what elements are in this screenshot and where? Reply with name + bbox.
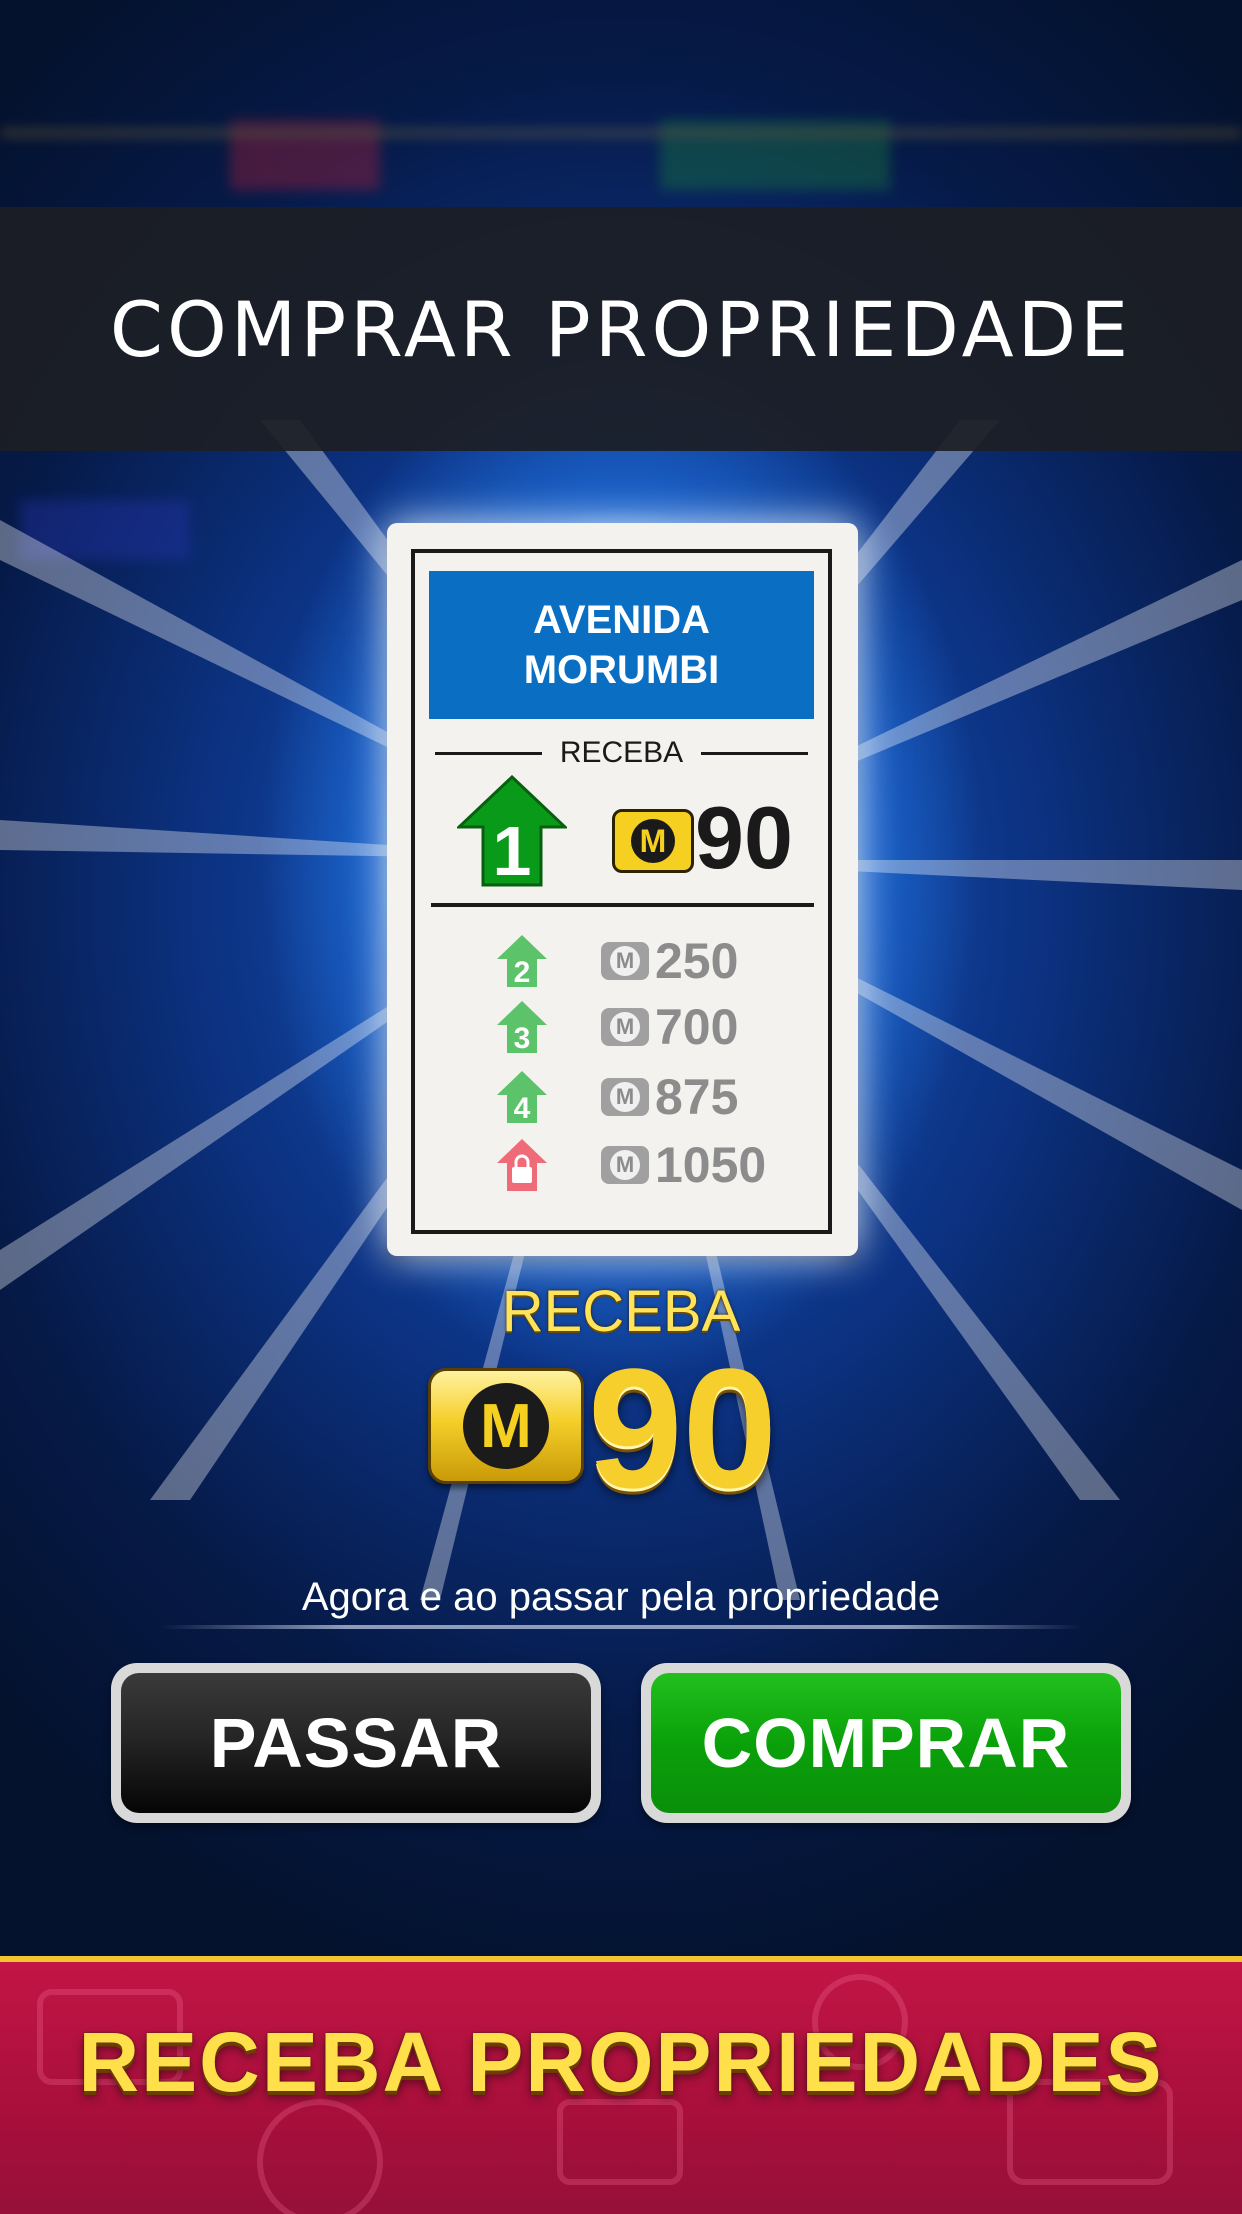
main-rent-value: 90 <box>695 788 793 887</box>
rent-value: 700 <box>655 999 739 1055</box>
property-card-frame: AVENIDA MORUMBI RECEBA 1 M 90 2 M 250 3 … <box>411 549 832 1234</box>
property-name-line2: MORUMBI <box>523 648 720 692</box>
banner-title: RECEBA PROPRIEDADES <box>78 2015 1164 2109</box>
green-house-4-icon: 4 <box>497 1071 547 1125</box>
svg-text:2: 2 <box>514 956 531 989</box>
coin-m-icon: M <box>601 942 649 980</box>
green-house-1-icon: 1 <box>457 775 567 887</box>
divider <box>160 1625 1082 1629</box>
title-band: COMPRAR PROPRIEDADE <box>0 207 1242 451</box>
property-name-header: AVENIDA MORUMBI <box>429 571 814 719</box>
promo-banner[interactable]: RECEBA PROPRIEDADES <box>0 1956 1242 2214</box>
card-receba-label: RECEBA <box>559 736 684 769</box>
pass-button-label: PASSAR <box>121 1673 591 1813</box>
pass-button[interactable]: PASSAR <box>111 1663 601 1823</box>
reward-description: Agora e ao passar pela propriedade <box>301 1575 941 1619</box>
rent-value: 875 <box>655 1069 739 1125</box>
dialog-title: COMPRAR PROPRIEDADE <box>109 284 1133 374</box>
house-level-label: 1 <box>493 812 532 887</box>
rent-row-hotel: M 1050 <box>495 1133 795 1197</box>
svg-text:4: 4 <box>514 1092 531 1125</box>
rent-value: 1050 <box>655 1137 767 1193</box>
coin-m-icon: M <box>601 1146 649 1184</box>
divider <box>435 751 542 755</box>
reward-amount-group: M 90 <box>428 1344 828 1514</box>
card-divider <box>431 903 814 907</box>
main-rent-row: 1 M 90 <box>415 775 828 895</box>
green-house-3-icon: 3 <box>497 1001 547 1055</box>
card-receba-row: RECEBA <box>435 735 808 771</box>
buy-button[interactable]: COMPRAR <box>641 1663 1131 1823</box>
rent-row-2: 2 M 250 <box>495 929 795 993</box>
coin-m-icon: M <box>612 809 694 873</box>
green-house-2-icon: 2 <box>497 935 547 989</box>
red-lock-house-icon <box>497 1139 547 1191</box>
property-card: AVENIDA MORUMBI RECEBA 1 M 90 2 M 250 3 … <box>387 523 858 1256</box>
reward-amount: 90 <box>588 1334 778 1524</box>
gold-coin-m-icon: M <box>428 1368 584 1484</box>
property-name-line1: AVENIDA <box>532 598 711 642</box>
coin-m-icon: M <box>601 1078 649 1116</box>
coin-m-icon: M <box>601 1008 649 1046</box>
divider <box>701 751 808 755</box>
rent-row-3: 3 M 700 <box>495 995 795 1059</box>
buy-button-label: COMPRAR <box>651 1673 1121 1813</box>
rent-row-4: 4 M 875 <box>495 1065 795 1129</box>
svg-text:3: 3 <box>514 1022 531 1055</box>
rent-value: 250 <box>655 933 739 989</box>
